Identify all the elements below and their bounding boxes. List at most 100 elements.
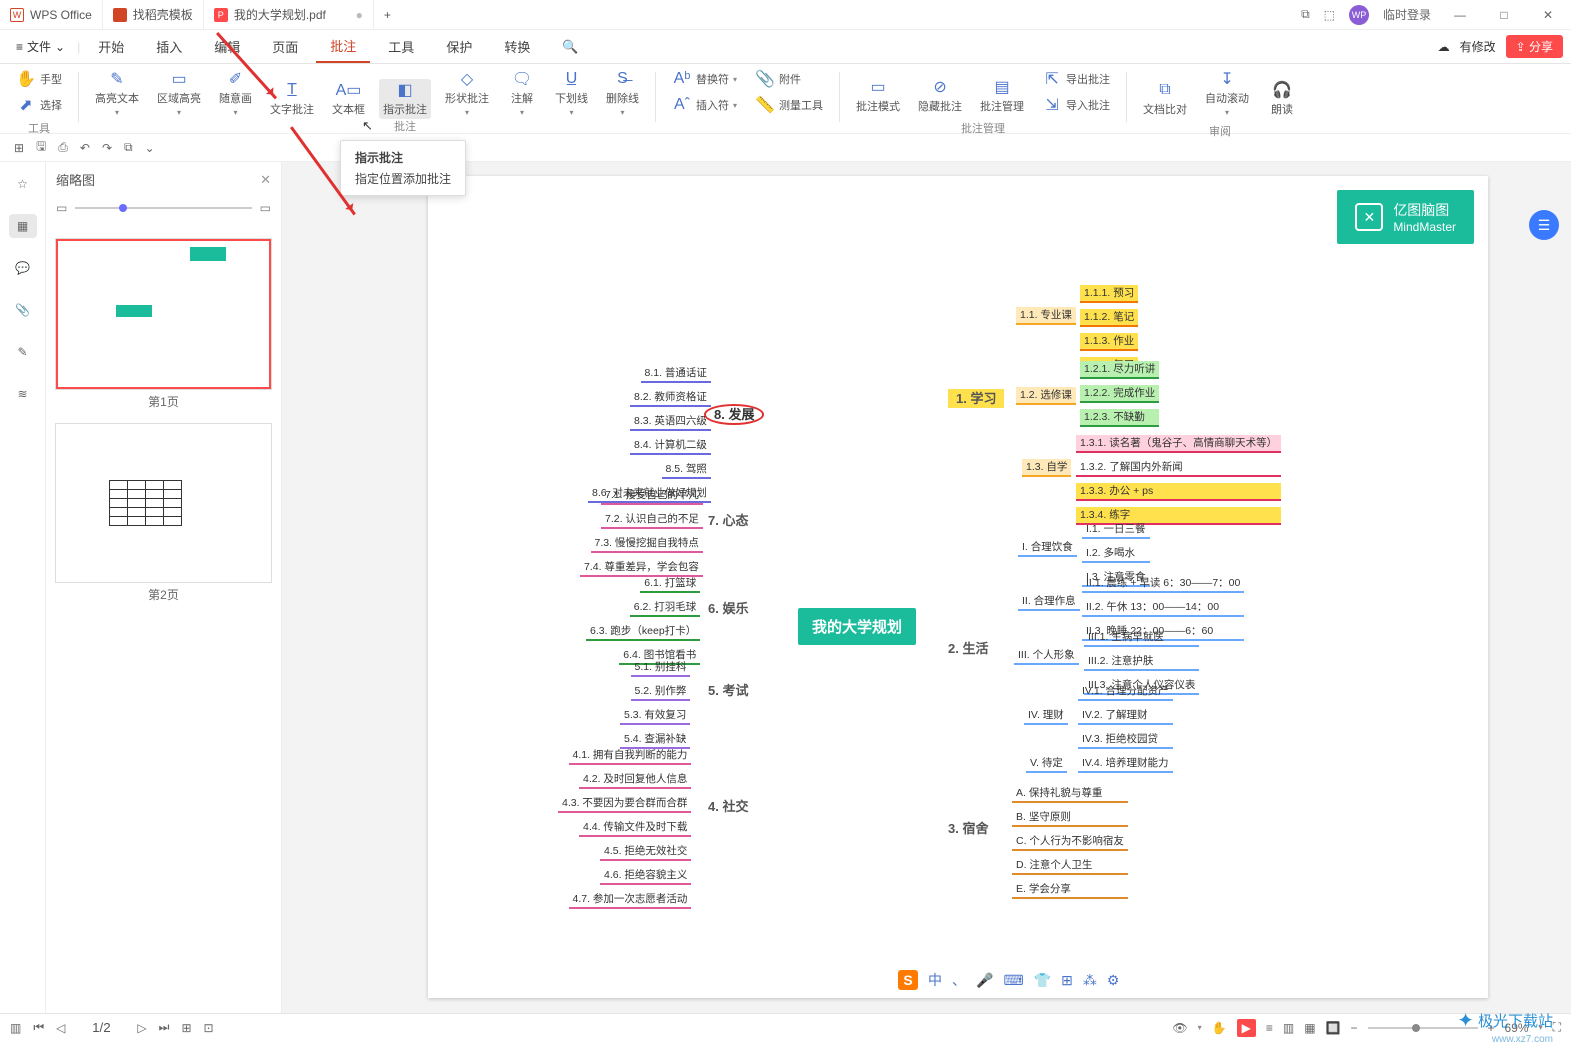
area-highlight[interactable]: ▭区域高亮▾ [153,68,205,119]
float-panel-button[interactable]: ☰ [1529,210,1559,240]
changes-label[interactable]: 有修改 [1460,38,1496,55]
import-annot[interactable]: ⇲导入批注 [1038,94,1114,116]
ime-lang[interactable]: 中 [928,970,942,990]
ime-more-icon[interactable]: ⁂ [1083,972,1097,989]
zoom-out-icon[interactable]: − [1351,1021,1358,1035]
menu-convert[interactable]: 转换 [490,31,544,62]
canvas[interactable]: ☰ 亿图脑图MindMaster 我的大学规划 1. 学习 1.1. 专业课 1… [282,162,1571,1013]
new-tab-button[interactable]: + [374,0,401,29]
ime-logo-icon[interactable]: S [898,970,918,990]
maximize-button[interactable]: □ [1489,8,1519,22]
strikethrough[interactable]: S̶删除线▾ [602,68,643,119]
print-icon[interactable]: ⎙ [58,140,68,155]
first-page-icon[interactable]: ⏮ [33,1020,44,1035]
more-icon[interactable]: ⌄ [145,141,155,155]
thumbnail-page-2[interactable] [56,424,271,582]
layout-single-icon[interactable]: ≡ [1266,1021,1273,1035]
ime-punct[interactable]: 、 [952,970,966,990]
ime-toolbar[interactable]: S 中 、 🎤 ⌨ 👕 ⊞ ⁂ ⚙ [898,970,1119,990]
redo-icon[interactable]: ↷ [102,141,112,155]
cube-icon[interactable]: ⬚ [1324,8,1335,22]
rail-thumbnails[interactable]: ▦ [9,214,37,238]
prev-page-icon[interactable]: ◁ [56,1021,65,1035]
undo-icon[interactable]: ↶ [80,141,90,155]
fit-width-icon[interactable]: ⊞ [181,1021,191,1035]
pointer-annot[interactable]: ◧指示批注 [379,79,431,119]
rail-signature[interactable]: ✎ [9,340,37,364]
next-page-icon[interactable]: ▷ [137,1021,146,1035]
layout-double-icon[interactable]: ▥ [1283,1021,1294,1035]
zoom-out-icon[interactable]: ▭ [56,201,67,215]
clone-icon[interactable]: ⧉ [124,140,133,155]
close-button[interactable]: ✕ [1533,8,1563,22]
manage-annot[interactable]: ▤批注管理 [976,76,1028,116]
fullscreen-icon[interactable]: ⛶ [1553,1020,1561,1035]
file-menu[interactable]: ≡ 文件 ⌄ [8,34,73,59]
textbox[interactable]: A▭文本框 [328,79,369,119]
autoscroll[interactable]: ↧自动滚动▾ [1201,68,1253,119]
ime-skin-icon[interactable]: 👕 [1034,972,1051,989]
menu-search[interactable]: 🔍 [548,33,592,61]
menu-start[interactable]: 开始 [84,31,138,62]
hand-tool[interactable]: ✋手型 [12,68,66,90]
tab-document[interactable]: P 我的大学规划.pdf ● [204,0,374,29]
cursor-icon: ⬈ [16,96,36,114]
export-annot[interactable]: ⇱导出批注 [1038,68,1114,90]
avatar[interactable]: WP [1349,5,1369,25]
freehand[interactable]: ✐随意画▾ [215,68,256,119]
rail-attachments[interactable]: 📎 [9,298,37,322]
share-button[interactable]: ⇪ 分享 [1506,35,1563,58]
status-thumbs-icon[interactable]: ▥ [10,1021,21,1035]
tab-wps-office[interactable]: W WPS Office [0,0,103,29]
open-icon[interactable]: ⊞ [14,141,24,155]
highlight-text[interactable]: ✎高亮文本▾ [91,68,143,119]
read-aloud[interactable]: 🎧朗读 [1263,79,1301,119]
hide-annot[interactable]: ⊘隐藏批注 [914,76,966,116]
eye-icon[interactable]: 👁 [1172,1021,1187,1035]
app-box-icon[interactable]: ⧉ [1301,7,1310,22]
ime-mic-icon[interactable]: 🎤 [976,972,993,989]
rail-comments[interactable]: 💬 [9,256,37,280]
tab-template[interactable]: 找稻壳模板 [103,0,204,29]
tab-label: 找稻壳模板 [133,6,193,23]
b5-items: 5.1. 别挂科 5.2. 别作弊 5.3. 有效复习 5.4. 查漏补缺 [620,658,690,750]
replace-char[interactable]: Aᵇ替换符▾ [668,68,741,90]
measure[interactable]: 📏测量工具 [751,94,827,116]
rail-bookmark[interactable]: ☆ [9,172,37,196]
ruler-icon: 📏 [755,96,775,114]
fit-page-icon[interactable]: ⊡ [204,1021,214,1035]
shape-annot[interactable]: ◇形状批注▾ [441,68,493,119]
ime-settings-icon[interactable]: ⚙ [1107,972,1120,989]
menu-annotate[interactable]: 批注 [316,30,370,63]
manage-icon: ▤ [992,78,1012,96]
branch-title: 7. 心态 [708,513,748,528]
menu-insert[interactable]: 插入 [142,31,196,62]
insert-char[interactable]: Aˆ插入符▾ [668,94,741,116]
ime-keyboard-icon[interactable]: ⌨ [1003,972,1023,989]
login-status[interactable]: 临时登录 [1383,6,1431,23]
thumb-zoom-slider[interactable] [75,207,251,209]
ime-toolbox-icon[interactable]: ⊞ [1061,972,1073,989]
menu-tools[interactable]: 工具 [374,31,428,62]
zoom-in-icon[interactable]: ▭ [260,201,271,215]
rail-layers[interactable]: ≋ [9,382,37,406]
b2-s5: V. 待定 [1026,754,1067,774]
select-tool[interactable]: ⬈选择 [12,94,66,116]
minimize-button[interactable]: — [1445,8,1475,22]
underline[interactable]: U̲下划线▾ [551,68,592,119]
page-number-input[interactable] [77,1020,125,1035]
thumbnail-page-1[interactable] [56,239,271,389]
view-settings-icon[interactable]: 🔲 [1326,1021,1341,1035]
last-page-icon[interactable]: ⏭ [159,1020,170,1035]
menu-page[interactable]: 页面 [258,31,312,62]
note-annot[interactable]: 🗨注解▾ [503,68,541,119]
close-panel-icon[interactable]: ✕ [260,172,271,188]
hand-mode-icon[interactable]: ✋ [1212,1021,1227,1035]
save-icon[interactable]: 🖫 [36,137,46,158]
compare[interactable]: ⧉文档比对 [1139,79,1191,119]
menu-protect[interactable]: 保护 [432,31,486,62]
attach[interactable]: 📎附件 [751,68,827,90]
present-icon[interactable]: ▶ [1237,1019,1256,1037]
annot-mode[interactable]: ▭批注模式 [852,76,904,116]
layout-grid-icon[interactable]: ▦ [1304,1021,1315,1035]
